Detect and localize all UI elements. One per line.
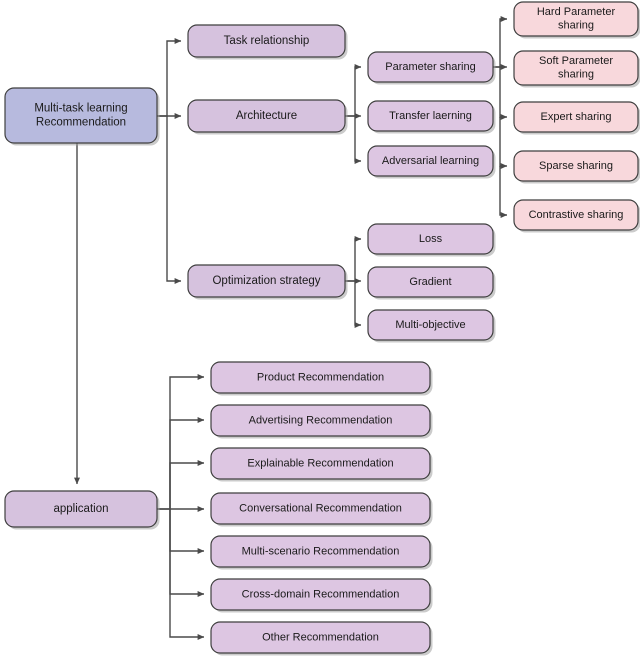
parameter-sharing-to-sparse xyxy=(499,117,508,169)
node-sparse-sharing[interactable]: Sparse sharing xyxy=(513,150,640,184)
node-optimization-strategy[interactable]: Optimization strategy xyxy=(187,264,348,300)
taxonomy-diagram: Multi-task learning Recommendation Task re… xyxy=(0,0,640,656)
node-multi-objective[interactable]: Multi-objective xyxy=(367,309,496,343)
node-label: Other Recommendation xyxy=(262,631,379,643)
node-task-relationship[interactable]: Task relationship xyxy=(187,24,348,60)
node-contrastive-sharing[interactable]: Contrastive sharing xyxy=(513,199,640,233)
application-to-explainable xyxy=(169,460,205,509)
optimization-to-multi-objective xyxy=(354,281,362,328)
node-label: Advertising Recommendation xyxy=(249,414,393,426)
root-to-task-relationship xyxy=(157,38,182,117)
node-soft-parameter-sharing[interactable]: Soft Parameter sharing xyxy=(513,50,640,88)
node-label-line1: Hard Parameter xyxy=(537,6,616,18)
node-label: Loss xyxy=(419,233,443,245)
node-application[interactable]: application xyxy=(4,490,160,530)
parameter-sharing-to-hard xyxy=(493,16,508,68)
optimization-to-loss xyxy=(345,236,362,282)
node-label-line1: Multi-task learning xyxy=(34,102,127,114)
node-product-recommendation[interactable]: Product Recommendation xyxy=(210,361,433,396)
node-other-recommendation[interactable]: Other Recommendation xyxy=(210,621,433,656)
node-label: Contrastive sharing xyxy=(529,209,624,221)
node-transfer-learning[interactable]: Transfer laerning xyxy=(367,100,496,134)
node-loss[interactable]: Loss xyxy=(367,223,496,257)
node-label: Optimization strategy xyxy=(212,275,320,287)
node-label: Product Recommendation xyxy=(257,371,384,383)
node-label: application xyxy=(54,503,109,515)
application-to-other xyxy=(169,509,205,640)
node-label: Explainable Recommendation xyxy=(247,457,393,469)
node-hard-parameter-sharing[interactable]: Hard Parameter sharing xyxy=(513,1,640,39)
node-label: Adversarial learning xyxy=(382,155,479,167)
architecture-to-parameter-sharing xyxy=(345,64,362,117)
parameter-sharing-to-expert xyxy=(499,67,508,120)
root-to-optimization-strategy xyxy=(166,116,182,284)
node-parameter-sharing[interactable]: Parameter sharing xyxy=(367,51,496,85)
node-label-line2: Recommendation xyxy=(36,117,126,129)
node-label-line2: sharing xyxy=(558,69,594,81)
application-to-advertising xyxy=(169,417,205,509)
node-label: Cross-domain Recommendation xyxy=(242,588,400,600)
node-explainable-recommendation[interactable]: Explainable Recommendation xyxy=(210,447,433,482)
node-label-line2: sharing xyxy=(558,20,594,32)
node-adversarial-learning[interactable]: Adversarial learning xyxy=(367,145,496,179)
application-to-multi-scenario xyxy=(169,509,205,554)
node-label: Transfer laerning xyxy=(389,110,472,122)
node-root[interactable]: Multi-task learning Recommendation xyxy=(4,87,160,146)
node-advertising-recommendation[interactable]: Advertising Recommendation xyxy=(210,404,433,439)
node-box[interactable] xyxy=(4,87,158,144)
node-architecture[interactable]: Architecture xyxy=(187,99,348,135)
node-label-line1: Soft Parameter xyxy=(539,55,613,67)
node-label: Task relationship xyxy=(224,35,310,47)
nodes-layer: Multi-task learning Recommendation Task re… xyxy=(4,1,640,656)
node-expert-sharing[interactable]: Expert sharing xyxy=(513,101,640,135)
node-label: Architecture xyxy=(236,110,297,122)
parameter-sharing-to-contrastive xyxy=(499,166,508,218)
node-label: Multi-scenario Recommendation xyxy=(242,545,400,557)
node-label: Multi-objective xyxy=(395,319,465,331)
application-to-product xyxy=(157,374,205,510)
node-label: Expert sharing xyxy=(541,111,612,123)
node-multi-scenario-recommendation[interactable]: Multi-scenario Recommendation xyxy=(210,535,433,570)
node-conversational-recommendation[interactable]: Conversational Recommendation xyxy=(210,492,433,527)
node-label: Conversational Recommendation xyxy=(239,502,402,514)
node-label: Sparse sharing xyxy=(539,160,613,172)
node-label: Gradient xyxy=(409,276,451,288)
node-gradient[interactable]: Gradient xyxy=(367,266,496,300)
node-label: Parameter sharing xyxy=(385,61,476,73)
node-cross-domain-recommendation[interactable]: Cross-domain Recommendation xyxy=(210,578,433,613)
diagram-canvas: Multi-task learning Recommendation Task re… xyxy=(4,1,640,656)
architecture-to-adversarial-learning xyxy=(354,116,362,164)
